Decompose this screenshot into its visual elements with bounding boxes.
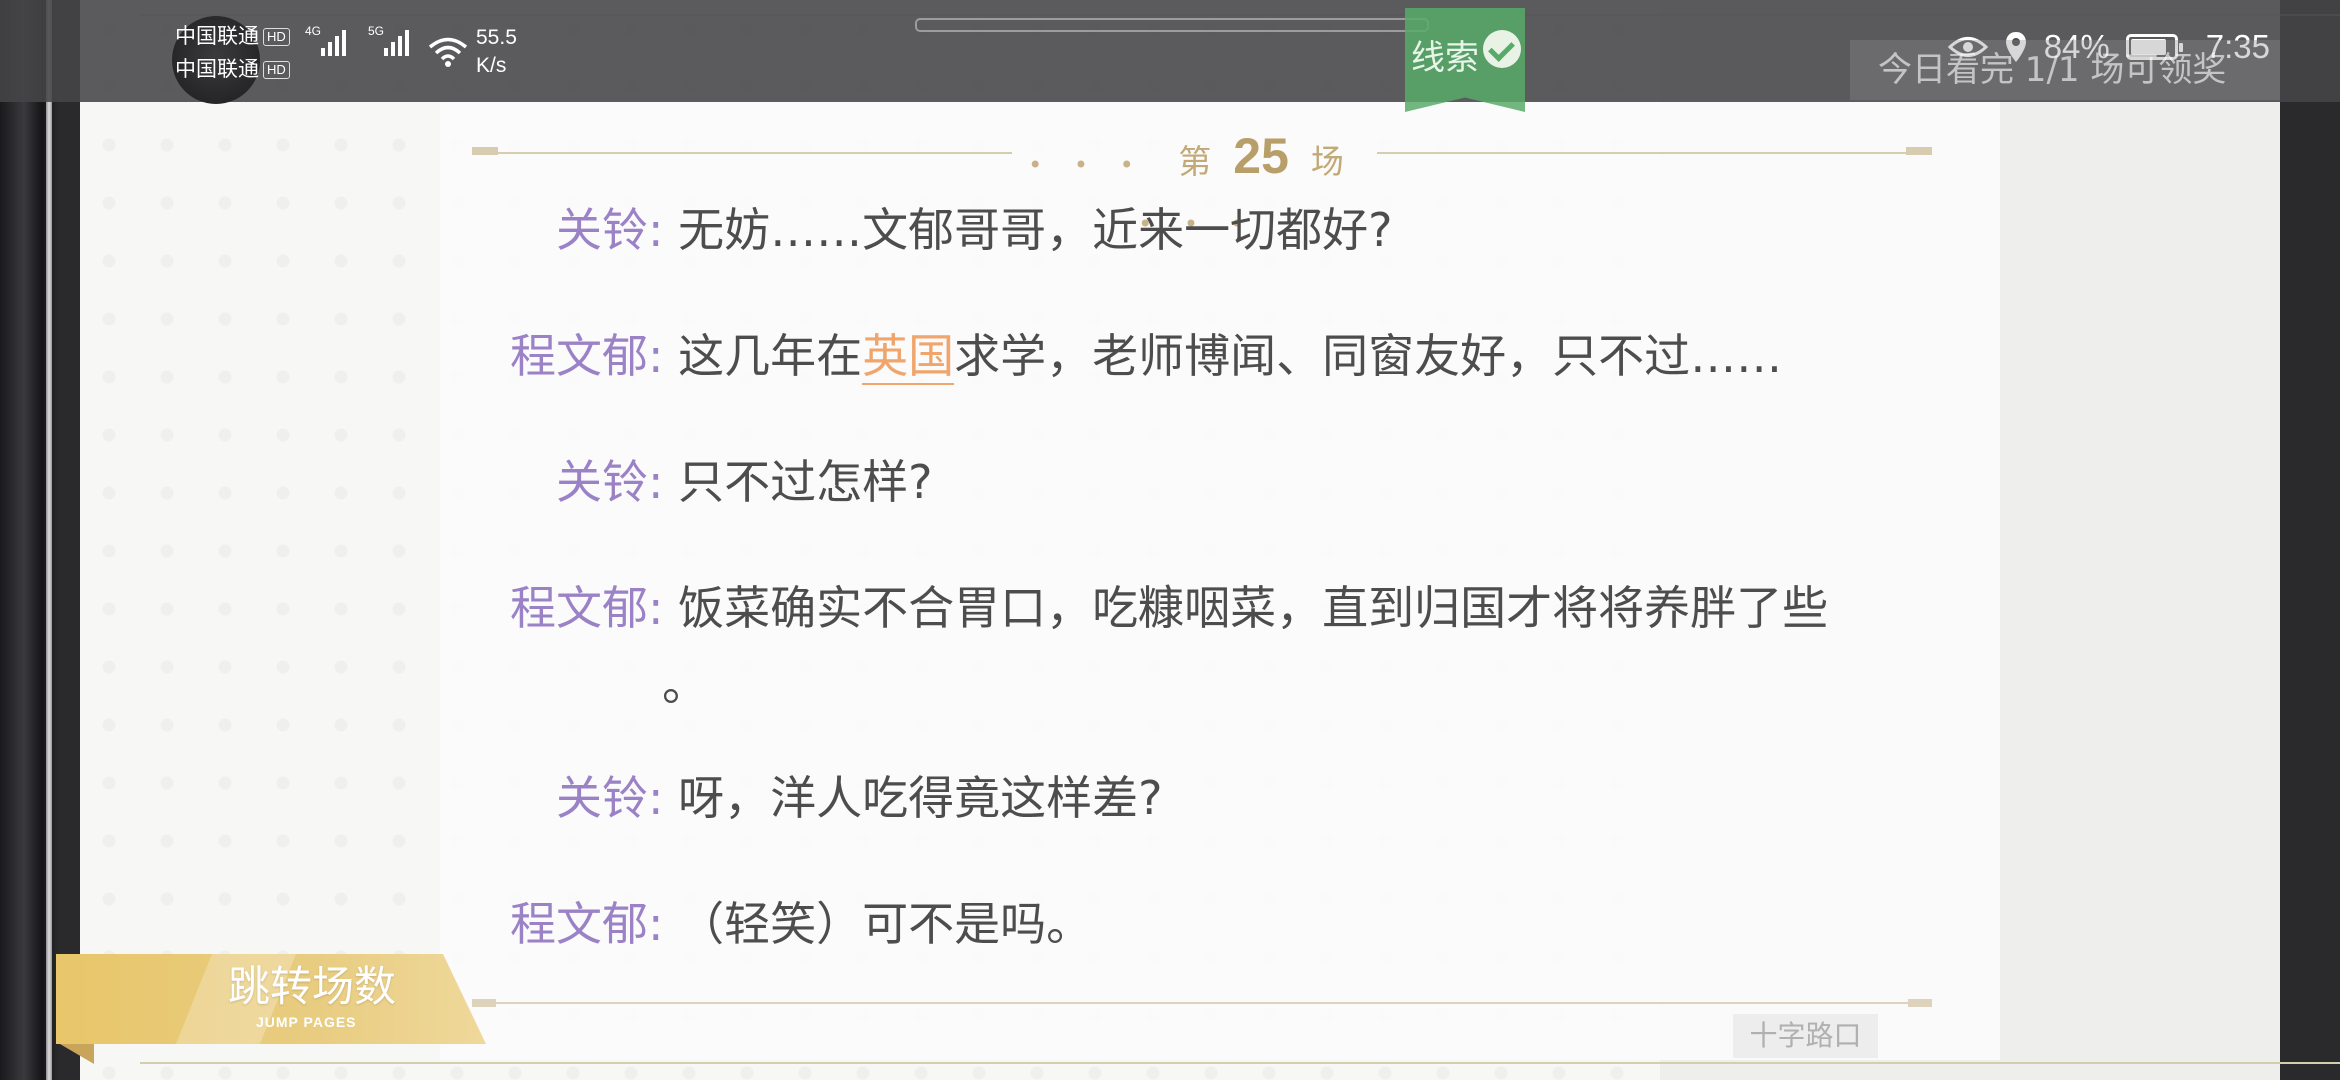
location-tag: 十字路口 [1733, 1014, 1878, 1058]
hd-badge: HD [263, 61, 290, 80]
daily-reward-banner[interactable]: 今日看完 1/1 场可领奖 [1850, 40, 2280, 100]
signal-4g-label: 4G [305, 24, 322, 38]
jump-pages-label: 跳转场数 [228, 962, 397, 1011]
header-line-cap [1906, 147, 1932, 155]
jump-pages-button[interactable]: 跳转场数 JUMP PAGES [56, 954, 486, 1044]
book-spine [0, 0, 60, 1080]
speaker-colon: : [648, 455, 664, 509]
scene-prefix: 第 [1178, 142, 1212, 181]
dialogue-text: 呀，洋人吃得竟这样差? [678, 771, 1163, 825]
speaker-name: 程文郁 [510, 581, 648, 635]
speaker-colon: : [648, 329, 664, 383]
jump-pages-sublabel: JUMP PAGES [256, 1014, 357, 1030]
dialogue-line[interactable]: 程文郁: 这几年在英国求学，老师博闻、同窗友好，只不过…… [480, 318, 1900, 394]
scene-number: 25 [1233, 128, 1289, 184]
clue-label: 线索 [1411, 38, 1479, 78]
speaker-colon: : [648, 203, 664, 257]
dialogue-text-after: 求学，老师博闻、同窗友好，只不过…… [954, 329, 1783, 383]
scene-dots-left: • • • [1028, 151, 1146, 179]
dialogue-line[interactable]: 程文郁: （轻笑）可不是吗。 [480, 886, 1900, 962]
dialogue-line[interactable]: 关铃: 呀，洋人吃得竟这样差? [480, 760, 1900, 836]
dialogue-continuation: 。 [662, 657, 708, 711]
clue-button[interactable]: 线索 [1405, 8, 1525, 112]
dialogue-line[interactable]: 关铃: 无妨……文郁哥哥，近来一切都好? [480, 192, 1900, 268]
scene-suffix: 场 [1310, 142, 1344, 181]
footer-divider [472, 999, 1932, 1007]
check-icon [1483, 30, 1521, 68]
dialogue-text: 无妨……文郁哥哥，近来一切都好? [678, 203, 1393, 257]
bottom-border-line [140, 1062, 2340, 1064]
speaker-colon: : [648, 897, 664, 951]
signal-group: 4G 5G [305, 24, 409, 56]
speaker-name: 关铃 [556, 455, 648, 509]
dialogue-line[interactable]: 关铃: 只不过怎样? [480, 444, 1900, 520]
speaker-name: 关铃 [556, 203, 648, 257]
network-speed: 55.5 K/s [476, 24, 517, 80]
carrier-2: 中国联通 [175, 58, 259, 81]
signal-4g-icon: 4G [305, 24, 346, 56]
dialogue-text: 只不过怎样? [678, 455, 933, 509]
speaker-colon: : [648, 771, 664, 825]
wifi-icon [428, 37, 468, 67]
jump-button-tab [60, 1044, 94, 1064]
net-speed-unit: K/s [476, 54, 507, 77]
dialogue-line[interactable]: 程文郁: 饭菜确实不合胃口，吃糠咽菜，直到归国才将将养胖了些 。 [480, 570, 1900, 722]
home-indicator [915, 18, 1429, 32]
header-line [472, 152, 1012, 154]
signal-5g-label: 5G [368, 24, 385, 38]
signal-5g-icon: 5G [368, 24, 409, 56]
speaker-name: 程文郁 [510, 897, 648, 951]
dialogue-text: 这几年在英国求学，老师博闻、同窗友好，只不过…… [678, 329, 1782, 385]
scene-header: • • • 第 25 场 • • • [472, 128, 1932, 238]
dialogue-text: （轻笑）可不是吗。 [678, 897, 1093, 951]
carrier-info: 中国联通 HD 中国联通 HD [175, 20, 290, 86]
header-line [1377, 152, 1932, 154]
dialogue-text-before: 这几年在 [678, 329, 863, 383]
net-speed-value: 55.5 [476, 26, 517, 49]
dialogue-text: 饭菜确实不合胃口，吃糠咽菜，直到归国才将将养胖了些 [678, 581, 1829, 635]
speaker-colon: : [648, 581, 664, 635]
speaker-name: 程文郁 [510, 329, 648, 383]
glossary-link[interactable]: 英国 [862, 329, 955, 385]
speaker-name: 关铃 [556, 771, 648, 825]
hd-badge: HD [263, 28, 290, 47]
carrier-1: 中国联通 [175, 25, 259, 48]
